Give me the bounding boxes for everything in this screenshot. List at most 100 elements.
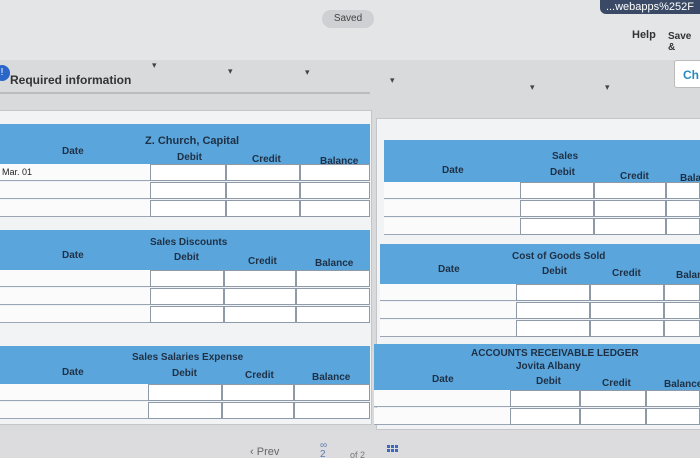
ledger-row [374,390,700,407]
help-button[interactable]: Help [632,29,656,41]
date-column-header: Date [62,367,84,378]
date-column-header: Date [432,374,454,385]
credit-column-header: Credit [248,256,277,267]
ledger-title: Z. Church, Capital [145,135,240,147]
ledger-title: Cost of Goods Sold [512,251,606,262]
date-column-header: Date [442,165,464,176]
balance-input[interactable] [296,270,370,287]
check-my-work-button[interactable]: Ch [674,60,700,88]
balance-input[interactable] [666,182,700,199]
chevron-left-icon: ‹ [250,446,257,458]
credit-input[interactable] [580,408,646,425]
credit-input[interactable] [590,284,664,301]
credit-input[interactable] [590,302,664,319]
debit-input[interactable] [150,288,224,305]
debit-input[interactable] [148,402,222,419]
ar-ledger-header: ACCOUNTS RECEIVABLE LEDGER Jovita Albany… [374,344,700,390]
credit-input[interactable] [594,218,666,235]
balance-input[interactable] [294,402,370,419]
debit-input[interactable] [150,182,226,199]
ledger-row [380,284,700,301]
credit-column-header: Credit [245,370,274,381]
row-date: Mar. 01 [2,167,33,177]
balance-input[interactable] [296,306,370,323]
balance-input[interactable] [646,408,700,425]
ledger-row [0,402,370,419]
date-column-header: Date [62,250,84,261]
credit-input[interactable] [224,306,296,323]
debit-input[interactable] [150,164,226,181]
debit-column-header: Debit [542,266,567,277]
debit-column-header: Debit [177,152,202,163]
balance-input[interactable] [300,182,370,199]
date-column-header: Date [62,146,84,157]
date-column-header: Date [438,264,460,275]
ledger-title: Sales Salaries Expense [132,352,244,363]
divider [0,92,370,94]
credit-input[interactable] [224,288,296,305]
credit-input[interactable] [224,270,296,287]
credit-input[interactable] [226,182,300,199]
debit-input[interactable] [516,320,590,337]
tick-mark: ▾ [228,66,233,76]
page-indicator[interactable]: ∞ 2 [320,440,327,458]
credit-input[interactable] [226,200,300,217]
debit-input[interactable] [516,302,590,319]
debit-input[interactable] [150,270,224,287]
balance-input[interactable] [646,390,700,407]
ledger-row [384,200,700,217]
ledger-subtitle: Jovita Albany [516,361,581,372]
sales-salaries-header: Sales Salaries Expense Date Debit Credit… [0,346,370,384]
credit-input[interactable] [580,390,646,407]
credit-input[interactable] [222,384,294,401]
balance-input[interactable] [300,164,370,181]
balance-input[interactable] [666,218,700,235]
required-info-badge: ! [0,65,10,81]
balance-input[interactable] [296,288,370,305]
ledger-row [0,384,370,401]
debit-input[interactable] [510,390,580,407]
credit-input[interactable] [222,402,294,419]
required-information-label: Required information [10,73,132,87]
balance-input[interactable] [294,384,370,401]
ledger-row [0,270,370,287]
debit-input[interactable] [516,284,590,301]
debit-column-header: Debit [536,376,561,387]
credit-input[interactable] [590,320,664,337]
sales-header: Sales Date Debit Credit Bala [384,140,700,184]
ledger-row: Mar. 01 [0,164,370,181]
balance-column-header: Balance [312,372,351,383]
credit-input[interactable] [594,200,666,217]
balance-input[interactable] [300,200,370,217]
debit-input[interactable] [148,384,222,401]
credit-column-header: Credit [620,171,649,182]
debit-input[interactable] [520,218,594,235]
ledger-row [0,306,370,323]
balance-input[interactable] [664,302,700,319]
debit-input[interactable] [150,306,224,323]
ledger-row [0,182,370,199]
balance-input[interactable] [666,200,700,217]
balance-input[interactable] [664,320,700,337]
ledger-row [380,320,700,337]
top-bar: ...webapps%252F Saved Help Save & [0,0,700,60]
debit-input[interactable] [520,182,594,199]
grid-icon[interactable] [387,445,399,455]
balance-input[interactable] [664,284,700,301]
credit-input[interactable] [594,182,666,199]
debit-input[interactable] [520,200,594,217]
tick-mark: ▾ [530,82,535,92]
sales-discounts-header: Sales Discounts Date Debit Credit Balanc… [0,230,370,270]
debit-input[interactable] [150,200,226,217]
debit-input[interactable] [510,408,580,425]
prev-button[interactable]: ‹ Prev [250,446,279,458]
balance-column-header: Balance [664,379,700,390]
credit-column-header: Credit [602,378,631,389]
ledger-row [384,218,700,235]
ledger-title: Sales [552,151,579,162]
credit-input[interactable] [226,164,300,181]
cogs-header: Cost of Goods Sold Date Debit Credit Bal… [380,244,700,284]
credit-column-header: Credit [612,268,641,279]
save-exit-button[interactable]: Save & [668,31,700,53]
debit-column-header: Debit [172,368,197,379]
